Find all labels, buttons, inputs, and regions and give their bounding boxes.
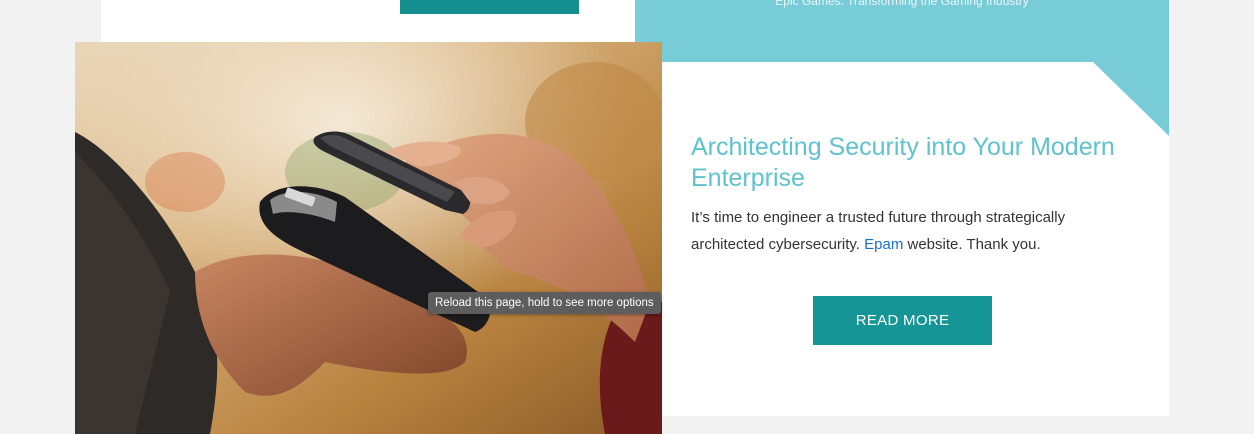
reload-tooltip: Reload this page, hold to see more optio… — [428, 292, 661, 314]
read-more-button[interactable]: READ MORE — [813, 296, 992, 345]
teal-banner: Epic Games: Transforming the Gaming Indu… — [635, 0, 1169, 62]
description-text-end: website. Thank you. — [903, 236, 1041, 253]
photo-illustration — [75, 42, 662, 434]
contactless-payment-photo[interactable] — [75, 42, 662, 434]
epam-link[interactable]: Epam — [864, 236, 903, 253]
article-description: It’s time to engineer a trusted future t… — [691, 204, 1111, 258]
corner-fold-decoration — [1093, 62, 1169, 136]
banner-text: Epic Games: Transforming the Gaming Indu… — [775, 0, 1029, 8]
article-card: Architecting Security into Your Modern E… — [662, 62, 1169, 416]
article-title[interactable]: Architecting Security into Your Modern E… — [691, 132, 1121, 194]
previous-card-button[interactable] — [400, 0, 579, 14]
